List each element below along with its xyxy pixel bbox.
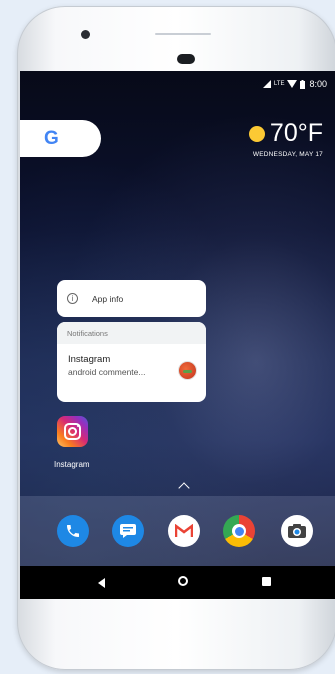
- gmail-icon[interactable]: [168, 515, 200, 547]
- app-info-label: App info: [92, 293, 124, 304]
- info-icon: i: [67, 293, 78, 304]
- instagram-app-label: Instagram: [54, 460, 90, 469]
- google-search-widget[interactable]: G: [20, 120, 101, 157]
- home-icon[interactable]: [178, 576, 188, 586]
- battery-icon: [300, 79, 306, 89]
- back-icon[interactable]: [98, 578, 105, 588]
- chrome-icon[interactable]: [223, 515, 255, 547]
- notifications-header: Notifications: [57, 322, 206, 344]
- sun-icon: [248, 125, 265, 142]
- app-info-shortcut[interactable]: i App info: [57, 280, 206, 317]
- notification-card[interactable]: Notifications Instagram android commente…: [57, 322, 206, 402]
- network-type: LTE: [273, 81, 285, 87]
- wifi-icon: [287, 80, 298, 88]
- home-screen: LTE 8:00 G 70°F WEDNESDAY, MAY 17 i App …: [20, 71, 335, 599]
- dock: [20, 496, 335, 566]
- status-bar: LTE 8:00: [262, 79, 327, 89]
- notification-title: Instagram: [68, 354, 111, 365]
- sensor-line: [155, 33, 211, 35]
- earpiece-speaker: [177, 54, 195, 64]
- navigation-bar: [20, 566, 335, 599]
- recents-icon[interactable]: [262, 577, 271, 586]
- notification-text: android commente...: [68, 367, 146, 377]
- temperature: 70°F: [269, 119, 323, 147]
- date-label: WEDNESDAY, MAY 17: [252, 151, 323, 158]
- weather-widget[interactable]: 70°F WEDNESDAY, MAY 17: [248, 119, 323, 158]
- phone-icon[interactable]: [57, 515, 89, 547]
- google-g-icon: G: [44, 127, 59, 149]
- signal-icon: [262, 80, 271, 88]
- notification-avatar: [178, 361, 197, 380]
- camera-icon[interactable]: [281, 515, 313, 547]
- app-drawer-caret-icon[interactable]: [178, 482, 190, 494]
- status-time: 8:00: [309, 79, 327, 89]
- front-camera: [81, 30, 90, 39]
- instagram-app-icon[interactable]: [57, 416, 88, 447]
- messages-icon[interactable]: [112, 515, 144, 547]
